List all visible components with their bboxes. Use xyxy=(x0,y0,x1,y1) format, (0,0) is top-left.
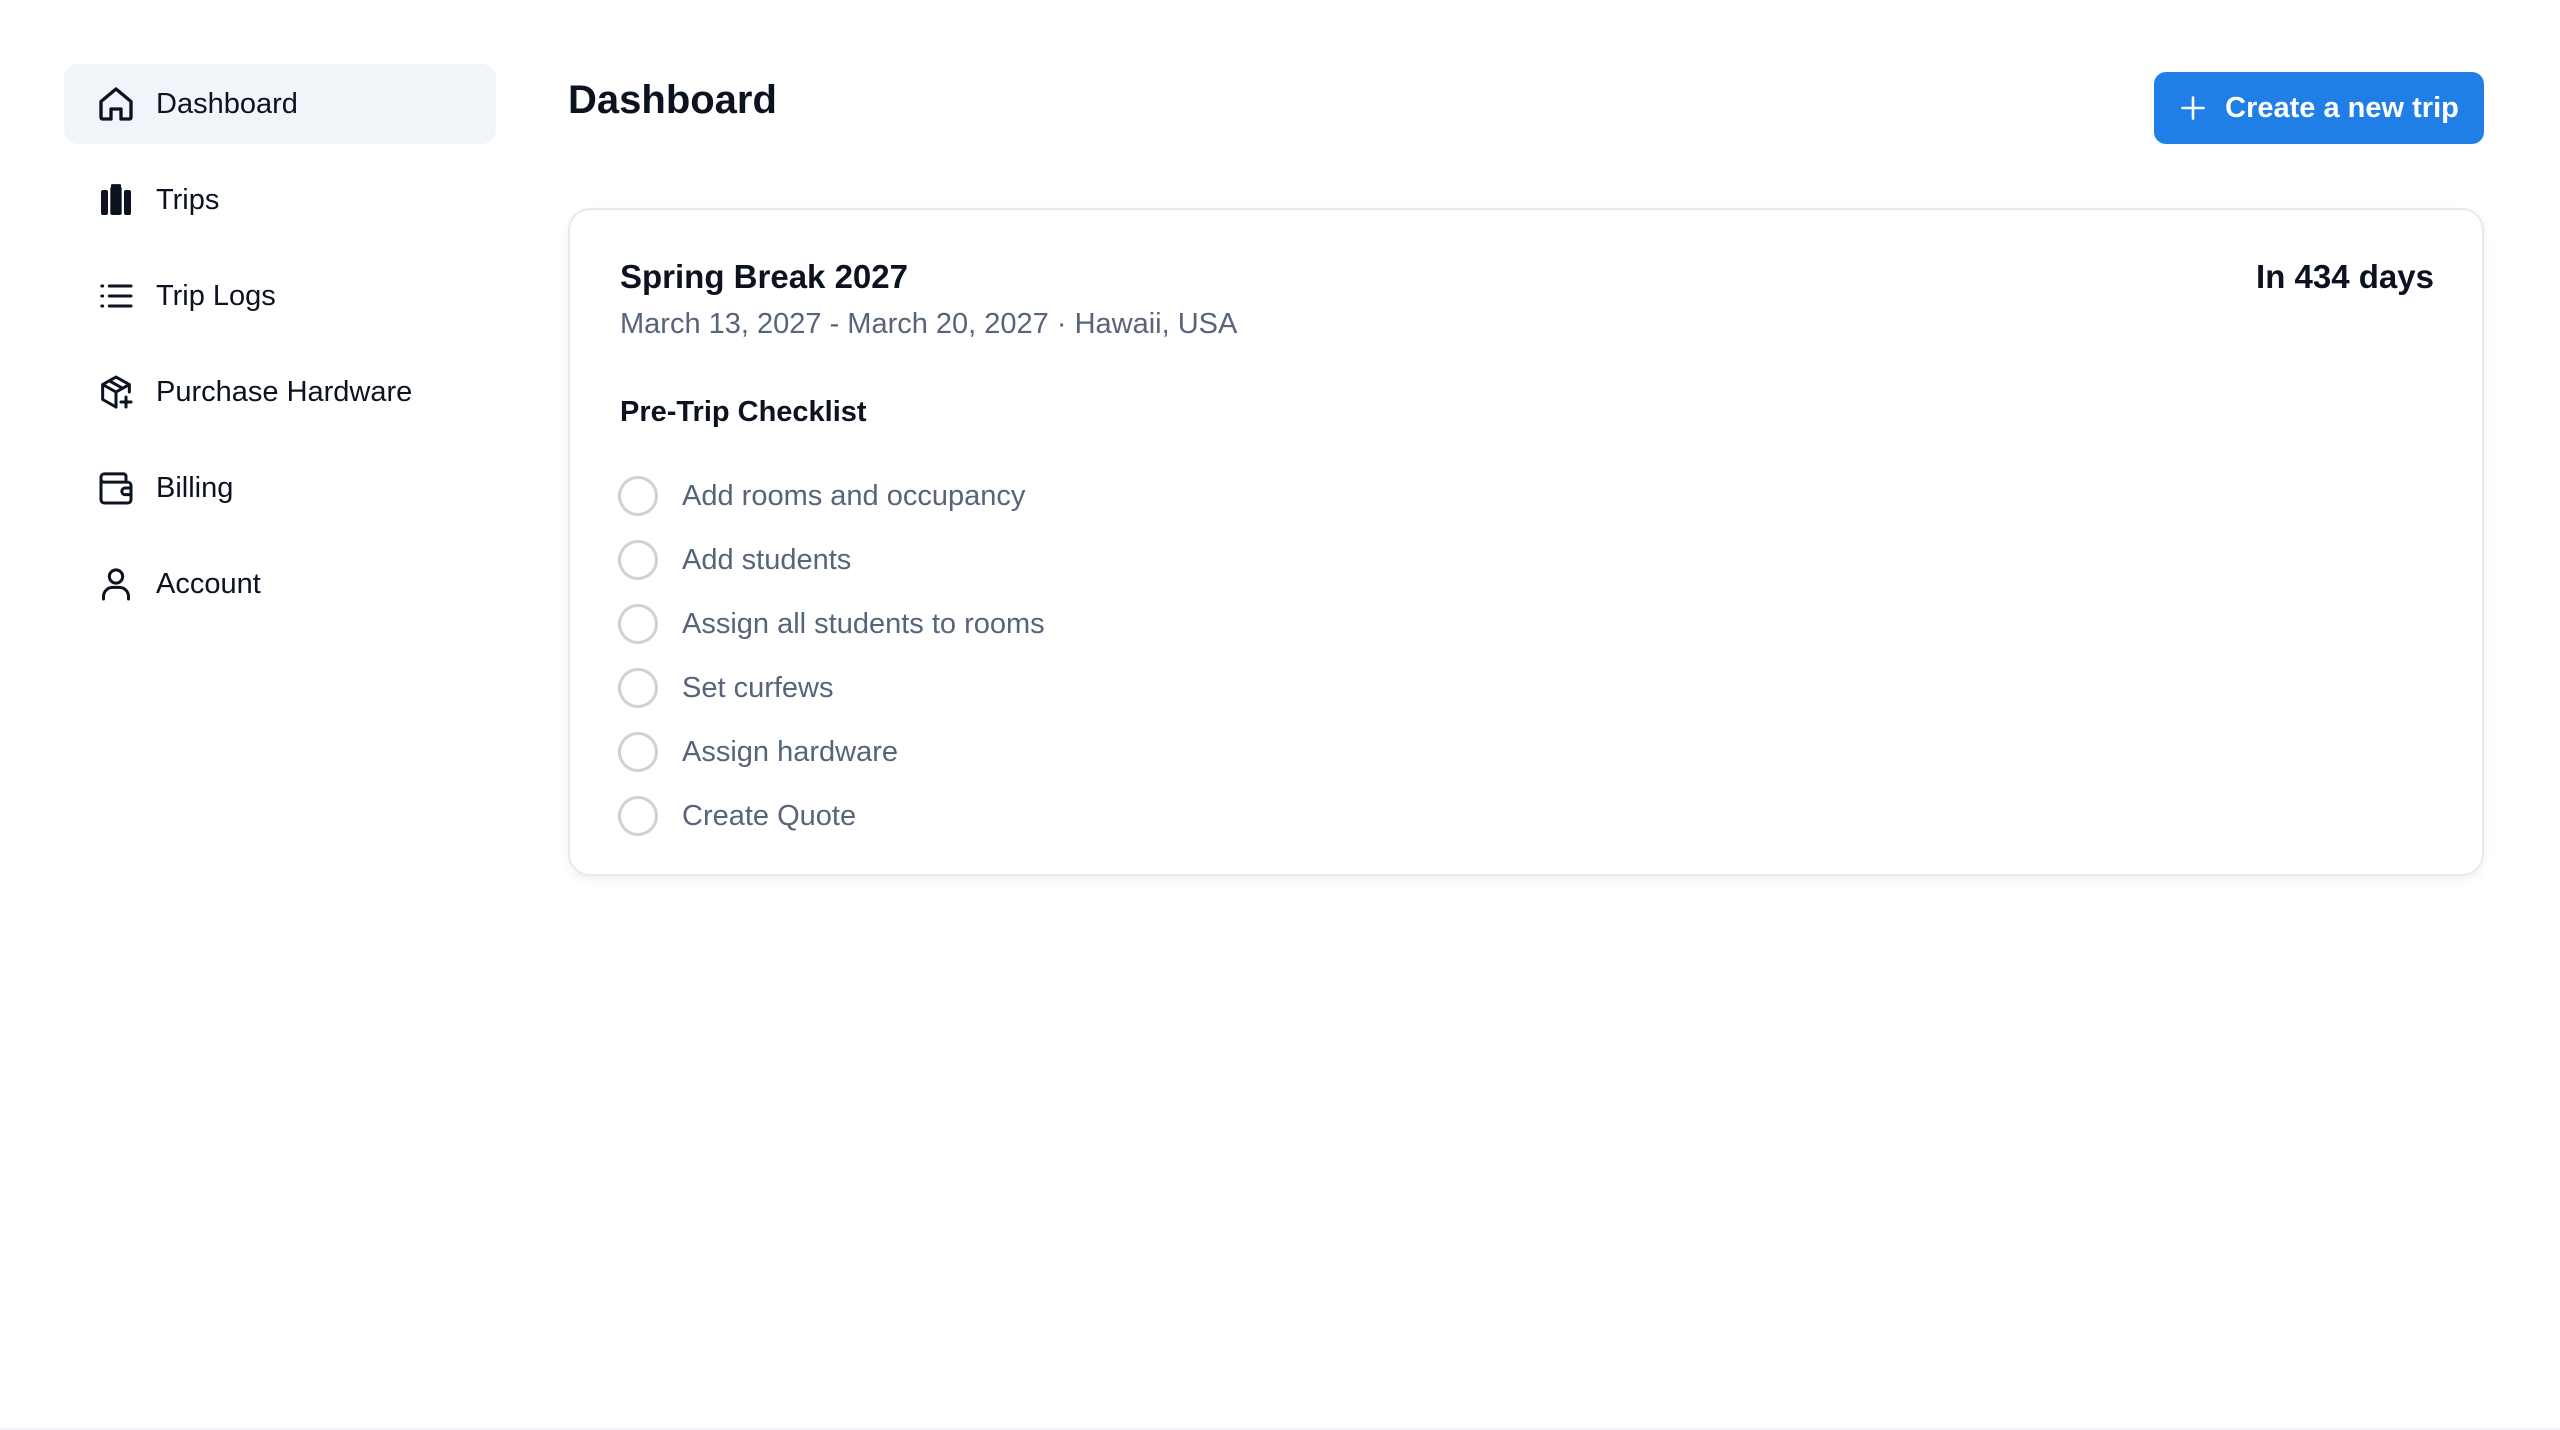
sidebar-item-purchase-hardware[interactable]: Purchase Hardware xyxy=(64,352,496,432)
plus-icon xyxy=(2181,96,2205,120)
sidebar-item-billing[interactable]: Billing xyxy=(64,448,496,528)
checklist-item[interactable]: Add rooms and occupancy xyxy=(618,464,1045,528)
user-icon xyxy=(96,564,136,604)
sidebar-item-label: Trip Logs xyxy=(156,279,276,312)
checkbox-circle-icon[interactable] xyxy=(618,732,658,772)
checklist-item[interactable]: Add students xyxy=(618,528,1045,592)
checkbox-circle-icon[interactable] xyxy=(618,604,658,644)
checkbox-circle-icon[interactable] xyxy=(618,668,658,708)
checklist-item-label: Add students xyxy=(682,543,852,576)
sidebar-item-account[interactable]: Account xyxy=(64,544,496,624)
checklist-item-label: Set curfews xyxy=(682,671,834,704)
sidebar-item-dashboard[interactable]: Dashboard xyxy=(64,64,496,144)
checklist-title: Pre-Trip Checklist xyxy=(620,396,867,428)
pre-trip-checklist: Add rooms and occupancy Add students Ass… xyxy=(618,464,1045,848)
checklist-item[interactable]: Set curfews xyxy=(618,656,1045,720)
wallet-icon xyxy=(96,468,136,508)
sidebar: Dashboard Trips Trip Logs Purchase Hardw… xyxy=(64,64,496,640)
checklist-item-label: Create Quote xyxy=(682,799,857,832)
sidebar-item-trips[interactable]: Trips xyxy=(64,160,496,240)
checklist-item[interactable]: Assign hardware xyxy=(618,720,1045,784)
luggage-icon xyxy=(96,180,136,220)
checklist-item-label: Assign all students to rooms xyxy=(682,607,1045,640)
checkbox-circle-icon[interactable] xyxy=(618,796,658,836)
sidebar-item-trip-logs[interactable]: Trip Logs xyxy=(64,256,496,336)
create-trip-button[interactable]: Create a new trip xyxy=(2154,72,2484,144)
checkbox-circle-icon[interactable] xyxy=(618,476,658,516)
trip-title[interactable]: Spring Break 2027 xyxy=(620,258,908,296)
sidebar-item-label: Trips xyxy=(156,183,220,216)
checklist-item[interactable]: Create Quote xyxy=(618,784,1045,848)
app-root: Dashboard Trips Trip Logs Purchase Hardw… xyxy=(0,0,2560,1430)
list-icon xyxy=(96,276,136,316)
package-plus-icon xyxy=(96,372,136,412)
sidebar-item-label: Billing xyxy=(156,471,234,504)
checklist-item-label: Add rooms and occupancy xyxy=(682,479,1026,512)
home-icon xyxy=(96,84,136,124)
trip-card[interactable]: Spring Break 2027 In 434 days March 13, … xyxy=(568,208,2484,876)
trip-dates-location: March 13, 2027 - March 20, 2027 · Hawaii… xyxy=(620,308,1238,340)
checklist-item-label: Assign hardware xyxy=(682,735,898,768)
create-trip-button-label: Create a new trip xyxy=(2225,91,2459,124)
sidebar-item-label: Dashboard xyxy=(156,87,298,120)
sidebar-item-label: Purchase Hardware xyxy=(156,375,413,408)
trip-countdown: In 434 days xyxy=(2256,258,2434,295)
checkbox-circle-icon[interactable] xyxy=(618,540,658,580)
checklist-item[interactable]: Assign all students to rooms xyxy=(618,592,1045,656)
sidebar-item-label: Account xyxy=(156,567,261,600)
page-title: Dashboard xyxy=(568,78,777,122)
